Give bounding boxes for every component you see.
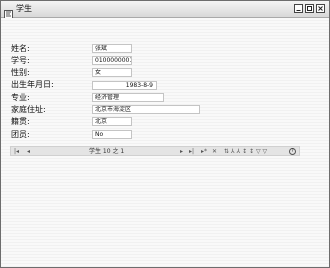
major-label: 专业: — [11, 93, 30, 102]
close-button[interactable] — [316, 4, 325, 13]
previous-record-button[interactable]: ◂ — [27, 148, 30, 155]
add-new-record-button[interactable]: ▸* — [201, 148, 207, 155]
native-place-field[interactable]: 北京 — [92, 117, 132, 126]
delete-record-button[interactable]: ✕ — [212, 148, 217, 155]
form-icon — [4, 4, 13, 19]
gender-label: 性别: — [11, 68, 30, 77]
native-place-label: 籍贯: — [11, 117, 30, 126]
student-id-field[interactable]: 0100000001 — [92, 56, 132, 65]
help-icon[interactable]: ? — [289, 148, 296, 155]
home-address-label: 家庭住址: — [11, 105, 46, 114]
maximize-button[interactable] — [305, 4, 314, 13]
birth-date-label: 出生年月日: — [11, 80, 54, 89]
birth-date-field[interactable]: 1983-8-9 — [92, 81, 157, 90]
first-record-button[interactable]: |◂ — [14, 148, 19, 155]
name-label: 姓名: — [11, 44, 30, 53]
form-body: 姓名: 张斌 学号: 0100000001 性别: 女 出生年月日: 1983-… — [1, 18, 329, 267]
major-field[interactable]: 经济管理 — [92, 93, 164, 102]
league-member-field[interactable]: No — [92, 130, 132, 139]
record-position-text: 学生 10 之 1 — [89, 148, 125, 155]
last-record-button[interactable]: ▸| — [189, 148, 194, 155]
student-id-label: 学号: — [11, 56, 30, 65]
window-title: 学生 — [16, 4, 32, 13]
title-bar[interactable]: 学生 — [1, 1, 329, 19]
home-address-field[interactable]: 北京市海淀区 — [92, 105, 200, 114]
name-field[interactable]: 张斌 — [92, 44, 132, 53]
sort-filter-tools[interactable]: ⇅ ⅄ ⅄ ↕ ↕ ▽ ▽ — [224, 148, 267, 155]
league-member-label: 团员: — [11, 130, 30, 139]
minimize-button[interactable] — [294, 4, 303, 13]
student-form-window: 学生 姓名: 张斌 学号: 0100000001 性别: 女 出生年月日: 19… — [0, 0, 330, 268]
gender-field[interactable]: 女 — [92, 68, 132, 77]
record-navigator: |◂ ◂ 学生 10 之 1 ▸ ▸| ▸* ✕ ⇅ ⅄ ⅄ ↕ ↕ ▽ ▽ ? — [10, 146, 300, 156]
next-record-button[interactable]: ▸ — [180, 148, 183, 155]
